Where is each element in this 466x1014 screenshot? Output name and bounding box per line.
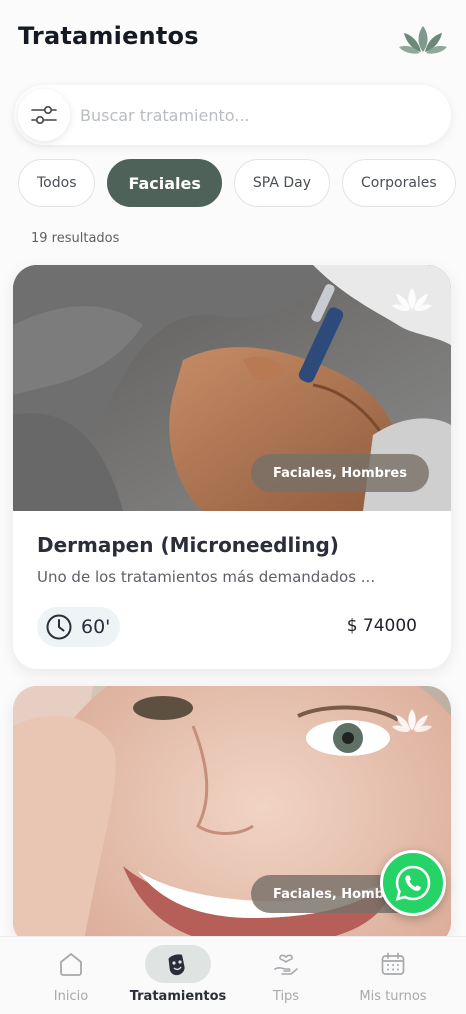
page-title: Tratamientos [18,22,199,50]
category-chip-spa-day[interactable]: SPA Day [233,159,331,207]
duration-value: 60' [81,616,111,638]
duration-badge: 60' [37,607,121,647]
lotus-leaves-icon [392,288,432,312]
heart-hand-icon [274,954,298,975]
home-icon [60,953,82,976]
nav-label-tips: Tips [272,989,300,1004]
treatment-tags: Faciales, Hombres [251,454,429,492]
lotus-leaves-icon [392,709,432,733]
category-filter: Todos Faciales SPA Day Corporales [18,159,466,207]
filter-button[interactable] [18,89,70,141]
bottom-navigation: Inicio Tratamientos Tips Mis turnos [0,936,466,1014]
nav-item-mis-turnos[interactable]: Mis turnos [335,937,451,1014]
whatsapp-icon [395,865,431,901]
treatment-image: Faciales, Hombres [13,265,451,511]
nav-label-inicio: Inicio [53,989,89,1004]
category-chip-faciales[interactable]: Faciales [107,159,222,207]
nav-label-tratamientos: Tratamientos [129,989,227,1004]
sliders-icon [31,105,57,125]
search-input[interactable] [80,99,430,131]
face-mask-icon [168,954,185,976]
nav-item-tratamientos[interactable]: Tratamientos [120,937,236,1014]
treatment-price: $ 74000 [346,616,417,636]
treatment-title: Dermapen (Microneedling) [37,533,339,557]
results-count: 19 resultados [31,231,120,246]
search-bar [14,85,451,145]
clock-icon [46,614,72,640]
app-header: Tratamientos [0,0,466,78]
treatment-card[interactable]: Faciales, Hombres [13,686,451,946]
category-chip-corporales[interactable]: Corporales [342,159,456,207]
nav-item-tips[interactable]: Tips [228,937,344,1014]
whatsapp-button[interactable] [380,850,446,916]
treatment-image: Faciales, Hombres [13,686,451,946]
calendar-icon [381,952,405,975]
treatment-card[interactable]: Faciales, Hombres Dermapen (Microneedlin… [13,265,451,669]
lotus-leaves-icon [399,26,447,54]
category-chip-todos[interactable]: Todos [18,159,96,207]
nav-label-mis-turnos: Mis turnos [359,989,427,1004]
nav-item-inicio[interactable]: Inicio [13,937,129,1014]
treatment-description: Uno de los tratamientos más demandados .… [37,568,376,586]
